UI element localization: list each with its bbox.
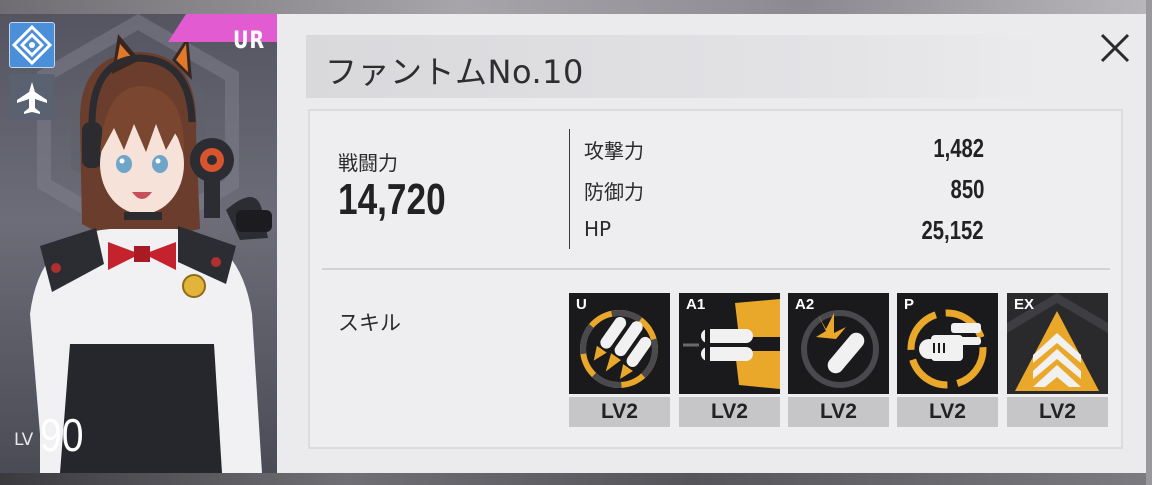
stat-row-defense: 防御力 850 <box>584 174 984 208</box>
stat-row-attack: 攻撃力 1,482 <box>584 133 984 167</box>
skill-slot-u[interactable]: U LV2 <box>569 293 670 427</box>
combat-power-value: 14,720 <box>338 175 446 224</box>
stat-row-hp: HP 25,152 <box>584 215 984 249</box>
level-label: LV <box>14 430 34 450</box>
unit-info-panel: ファントムNo.10 戦闘力 14,720 攻撃力 1,482 防御力 850 … <box>277 14 1146 473</box>
skill-tag: P <box>904 296 915 313</box>
stat-label: 防御力 <box>584 180 644 204</box>
skill-tag: U <box>576 296 587 313</box>
stat-value: 850 <box>950 174 984 204</box>
skill-level: LV2 <box>569 397 670 427</box>
skill-level: LV2 <box>788 397 889 427</box>
stat-value: 25,152 <box>921 215 984 245</box>
unit-name-bar: ファントムNo.10 <box>306 35 1045 98</box>
aircraft-icon[interactable] <box>9 74 55 120</box>
skill-tag: A1 <box>686 296 706 313</box>
skill-slot-a1[interactable]: A1 LV2 <box>679 293 780 427</box>
stat-value: 1,482 <box>933 133 984 163</box>
skills-label: スキル <box>338 311 401 335</box>
skill-slot-ex[interactable]: EX LV2 <box>1007 293 1108 427</box>
skill-level: LV2 <box>679 397 780 427</box>
background-right <box>1146 0 1152 485</box>
skill-tag: EX <box>1014 296 1035 313</box>
background-bottom <box>0 473 1152 485</box>
stats-divider <box>569 129 570 249</box>
stat-label: 攻撃力 <box>584 139 644 163</box>
close-icon[interactable] <box>1097 30 1133 66</box>
section-divider <box>322 268 1110 270</box>
skill-level: LV2 <box>1007 397 1108 427</box>
stat-label: HP <box>584 217 612 241</box>
unit-name: ファントムNo.10 <box>325 53 584 91</box>
skill-tag: A2 <box>795 296 815 313</box>
background-top <box>0 0 1152 14</box>
skill-level: LV2 <box>897 397 998 427</box>
stats-box: 戦闘力 14,720 攻撃力 1,482 防御力 850 HP 25,152 ス… <box>308 109 1123 449</box>
skill-slot-a2[interactable]: A2 LV2 <box>788 293 889 427</box>
character-card[interactable]: UR LV 90 <box>0 14 277 473</box>
faction-emblem-icon[interactable] <box>9 22 55 68</box>
combat-power-label: 戦闘力 <box>338 151 398 175</box>
level-value: 90 <box>40 409 84 461</box>
skill-slot-p[interactable]: P LV2 <box>897 293 998 427</box>
rarity-label: UR <box>233 26 265 54</box>
